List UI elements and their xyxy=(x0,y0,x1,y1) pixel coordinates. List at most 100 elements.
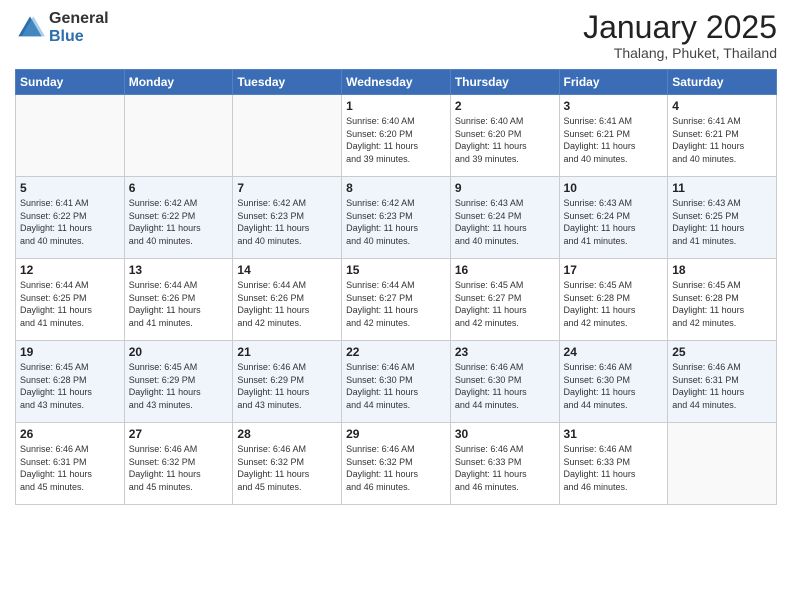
calendar-cell: 31Sunrise: 6:46 AM Sunset: 6:33 PM Dayli… xyxy=(559,423,668,505)
day-info: Sunrise: 6:42 AM Sunset: 6:22 PM Dayligh… xyxy=(129,197,229,247)
day-info: Sunrise: 6:45 AM Sunset: 6:28 PM Dayligh… xyxy=(672,279,772,329)
calendar-cell: 30 Sunrise: 6:46 AM Sunset: 6:33 PM Dayli… xyxy=(450,423,559,505)
calendar-cell: 28 Sunrise: 6:46 AM Sunset: 6:32 PM Dayli… xyxy=(233,423,342,505)
calendar-cell: 26 Sunrise: 6:46 AM Sunset: 6:31 PM Dayli… xyxy=(16,423,125,505)
weekday-header-tuesday: Tuesday xyxy=(233,70,342,95)
day-info: Sunrise: 6:46 AM Sunset: 6:31 PM Dayligh… xyxy=(672,361,772,411)
calendar-cell: 11 Sunrise: 6:43 AM Sunset: 6:25 PM Dayli… xyxy=(668,177,777,259)
day-number: 7 xyxy=(237,181,337,195)
day-info: Sunrise: 6:41 AM Sunset: 6:22 PM Dayligh… xyxy=(20,197,120,247)
weekday-header-thursday: Thursday xyxy=(450,70,559,95)
calendar-cell: 29 Sunrise: 6:46 AM Sunset: 6:32 PM Dayli… xyxy=(342,423,451,505)
day-info: Sunrise: 6:44 AM Sunset: 6:27 PM Dayligh… xyxy=(346,279,446,329)
weekday-header-friday: Friday xyxy=(559,70,668,95)
day-info: Sunrise: 6:46 AM Sunset: 6:31 PM Dayligh… xyxy=(20,443,120,493)
day-info: Sunrise: 6:40 AM Sunset: 6:20 PM Dayligh… xyxy=(455,115,555,165)
day-number: 13 xyxy=(129,263,229,277)
calendar-cell xyxy=(16,95,125,177)
day-number: 23 xyxy=(455,345,555,359)
calendar-cell: 16Sunrise: 6:45 AM Sunset: 6:27 PM Dayli… xyxy=(450,259,559,341)
day-number: 24 xyxy=(564,345,664,359)
weekday-header-monday: Monday xyxy=(124,70,233,95)
calendar-cell: 12 Sunrise: 6:44 AM Sunset: 6:25 PM Dayli… xyxy=(16,259,125,341)
calendar-cell: 15 Sunrise: 6:44 AM Sunset: 6:27 PM Dayli… xyxy=(342,259,451,341)
day-number: 5 xyxy=(20,181,120,195)
day-info: Sunrise: 6:45 AM Sunset: 6:27 PM Dayligh… xyxy=(455,279,555,329)
calendar-cell: 3 Sunrise: 6:41 AM Sunset: 6:21 PM Daylig… xyxy=(559,95,668,177)
calendar-cell: 18 Sunrise: 6:45 AM Sunset: 6:28 PM Dayli… xyxy=(668,259,777,341)
calendar-cell: 13 Sunrise: 6:44 AM Sunset: 6:26 PM Dayli… xyxy=(124,259,233,341)
calendar-week-row: 19 Sunrise: 6:45 AM Sunset: 6:28 PM Dayli… xyxy=(16,341,777,423)
day-info: Sunrise: 6:46 AM Sunset: 6:32 PM Dayligh… xyxy=(129,443,229,493)
day-info: Sunrise: 6:45 AM Sunset: 6:28 PM Dayligh… xyxy=(20,361,120,411)
calendar-cell: 24 Sunrise: 6:46 AM Sunset: 6:30 PM Dayli… xyxy=(559,341,668,423)
day-info: Sunrise: 6:44 AM Sunset: 6:26 PM Dayligh… xyxy=(129,279,229,329)
calendar-cell: 9 Sunrise: 6:43 AM Sunset: 6:24 PM Daylig… xyxy=(450,177,559,259)
day-number: 21 xyxy=(237,345,337,359)
calendar-table: SundayMondayTuesdayWednesdayThursdayFrid… xyxy=(15,69,777,505)
day-info: Sunrise: 6:46 AM Sunset: 6:32 PM Dayligh… xyxy=(237,443,337,493)
calendar-cell: 17 Sunrise: 6:45 AM Sunset: 6:28 PM Dayli… xyxy=(559,259,668,341)
day-number: 17 xyxy=(564,263,664,277)
weekday-header-saturday: Saturday xyxy=(668,70,777,95)
logo-blue-text: Blue xyxy=(49,28,109,46)
calendar-cell: 23 Sunrise: 6:46 AM Sunset: 6:30 PM Dayli… xyxy=(450,341,559,423)
day-info: Sunrise: 6:46 AM Sunset: 6:30 PM Dayligh… xyxy=(455,361,555,411)
logo: General Blue xyxy=(15,10,109,45)
calendar-week-row: 5 Sunrise: 6:41 AM Sunset: 6:22 PM Daylig… xyxy=(16,177,777,259)
calendar-cell xyxy=(668,423,777,505)
day-number: 4 xyxy=(672,99,772,113)
day-number: 15 xyxy=(346,263,446,277)
day-number: 20 xyxy=(129,345,229,359)
calendar-cell: 4Sunrise: 6:41 AM Sunset: 6:21 PM Daylig… xyxy=(668,95,777,177)
day-number: 9 xyxy=(455,181,555,195)
day-number: 30 xyxy=(455,427,555,441)
calendar-cell: 5 Sunrise: 6:41 AM Sunset: 6:22 PM Daylig… xyxy=(16,177,125,259)
weekday-header-sunday: Sunday xyxy=(16,70,125,95)
day-number: 27 xyxy=(129,427,229,441)
calendar-cell: 19 Sunrise: 6:45 AM Sunset: 6:28 PM Dayli… xyxy=(16,341,125,423)
calendar-cell: 6 Sunrise: 6:42 AM Sunset: 6:22 PM Daylig… xyxy=(124,177,233,259)
day-number: 19 xyxy=(20,345,120,359)
day-info: Sunrise: 6:43 AM Sunset: 6:25 PM Dayligh… xyxy=(672,197,772,247)
day-number: 14 xyxy=(237,263,337,277)
day-number: 8 xyxy=(346,181,446,195)
day-info: Sunrise: 6:43 AM Sunset: 6:24 PM Dayligh… xyxy=(455,197,555,247)
day-number: 11 xyxy=(672,181,772,195)
day-info: Sunrise: 6:40 AM Sunset: 6:20 PM Dayligh… xyxy=(346,115,446,165)
calendar-cell xyxy=(124,95,233,177)
day-number: 18 xyxy=(672,263,772,277)
calendar-cell: 1Sunrise: 6:40 AM Sunset: 6:20 PM Daylig… xyxy=(342,95,451,177)
calendar-week-row: 1Sunrise: 6:40 AM Sunset: 6:20 PM Daylig… xyxy=(16,95,777,177)
day-info: Sunrise: 6:46 AM Sunset: 6:32 PM Dayligh… xyxy=(346,443,446,493)
day-number: 26 xyxy=(20,427,120,441)
day-info: Sunrise: 6:44 AM Sunset: 6:25 PM Dayligh… xyxy=(20,279,120,329)
calendar-cell: 25Sunrise: 6:46 AM Sunset: 6:31 PM Dayli… xyxy=(668,341,777,423)
day-info: Sunrise: 6:46 AM Sunset: 6:30 PM Dayligh… xyxy=(346,361,446,411)
day-info: Sunrise: 6:41 AM Sunset: 6:21 PM Dayligh… xyxy=(564,115,664,165)
day-number: 6 xyxy=(129,181,229,195)
day-info: Sunrise: 6:45 AM Sunset: 6:29 PM Dayligh… xyxy=(129,361,229,411)
calendar-week-row: 26 Sunrise: 6:46 AM Sunset: 6:31 PM Dayli… xyxy=(16,423,777,505)
day-number: 12 xyxy=(20,263,120,277)
location-subtitle: Thalang, Phuket, Thailand xyxy=(583,45,777,61)
day-number: 3 xyxy=(564,99,664,113)
calendar-cell: 7 Sunrise: 6:42 AM Sunset: 6:23 PM Daylig… xyxy=(233,177,342,259)
logo-general-text: General xyxy=(49,10,109,28)
calendar-cell: 10Sunrise: 6:43 AM Sunset: 6:24 PM Dayli… xyxy=(559,177,668,259)
calendar-cell: 8 Sunrise: 6:42 AM Sunset: 6:23 PM Daylig… xyxy=(342,177,451,259)
day-info: Sunrise: 6:45 AM Sunset: 6:28 PM Dayligh… xyxy=(564,279,664,329)
calendar-week-row: 12 Sunrise: 6:44 AM Sunset: 6:25 PM Dayli… xyxy=(16,259,777,341)
calendar-cell: 2 Sunrise: 6:40 AM Sunset: 6:20 PM Daylig… xyxy=(450,95,559,177)
day-number: 2 xyxy=(455,99,555,113)
day-info: Sunrise: 6:46 AM Sunset: 6:33 PM Dayligh… xyxy=(455,443,555,493)
day-number: 28 xyxy=(237,427,337,441)
day-info: Sunrise: 6:42 AM Sunset: 6:23 PM Dayligh… xyxy=(346,197,446,247)
day-info: Sunrise: 6:42 AM Sunset: 6:23 PM Dayligh… xyxy=(237,197,337,247)
calendar-cell: 27 Sunrise: 6:46 AM Sunset: 6:32 PM Dayli… xyxy=(124,423,233,505)
day-number: 10 xyxy=(564,181,664,195)
day-number: 29 xyxy=(346,427,446,441)
calendar-cell: 22Sunrise: 6:46 AM Sunset: 6:30 PM Dayli… xyxy=(342,341,451,423)
day-info: Sunrise: 6:46 AM Sunset: 6:29 PM Dayligh… xyxy=(237,361,337,411)
day-info: Sunrise: 6:46 AM Sunset: 6:30 PM Dayligh… xyxy=(564,361,664,411)
